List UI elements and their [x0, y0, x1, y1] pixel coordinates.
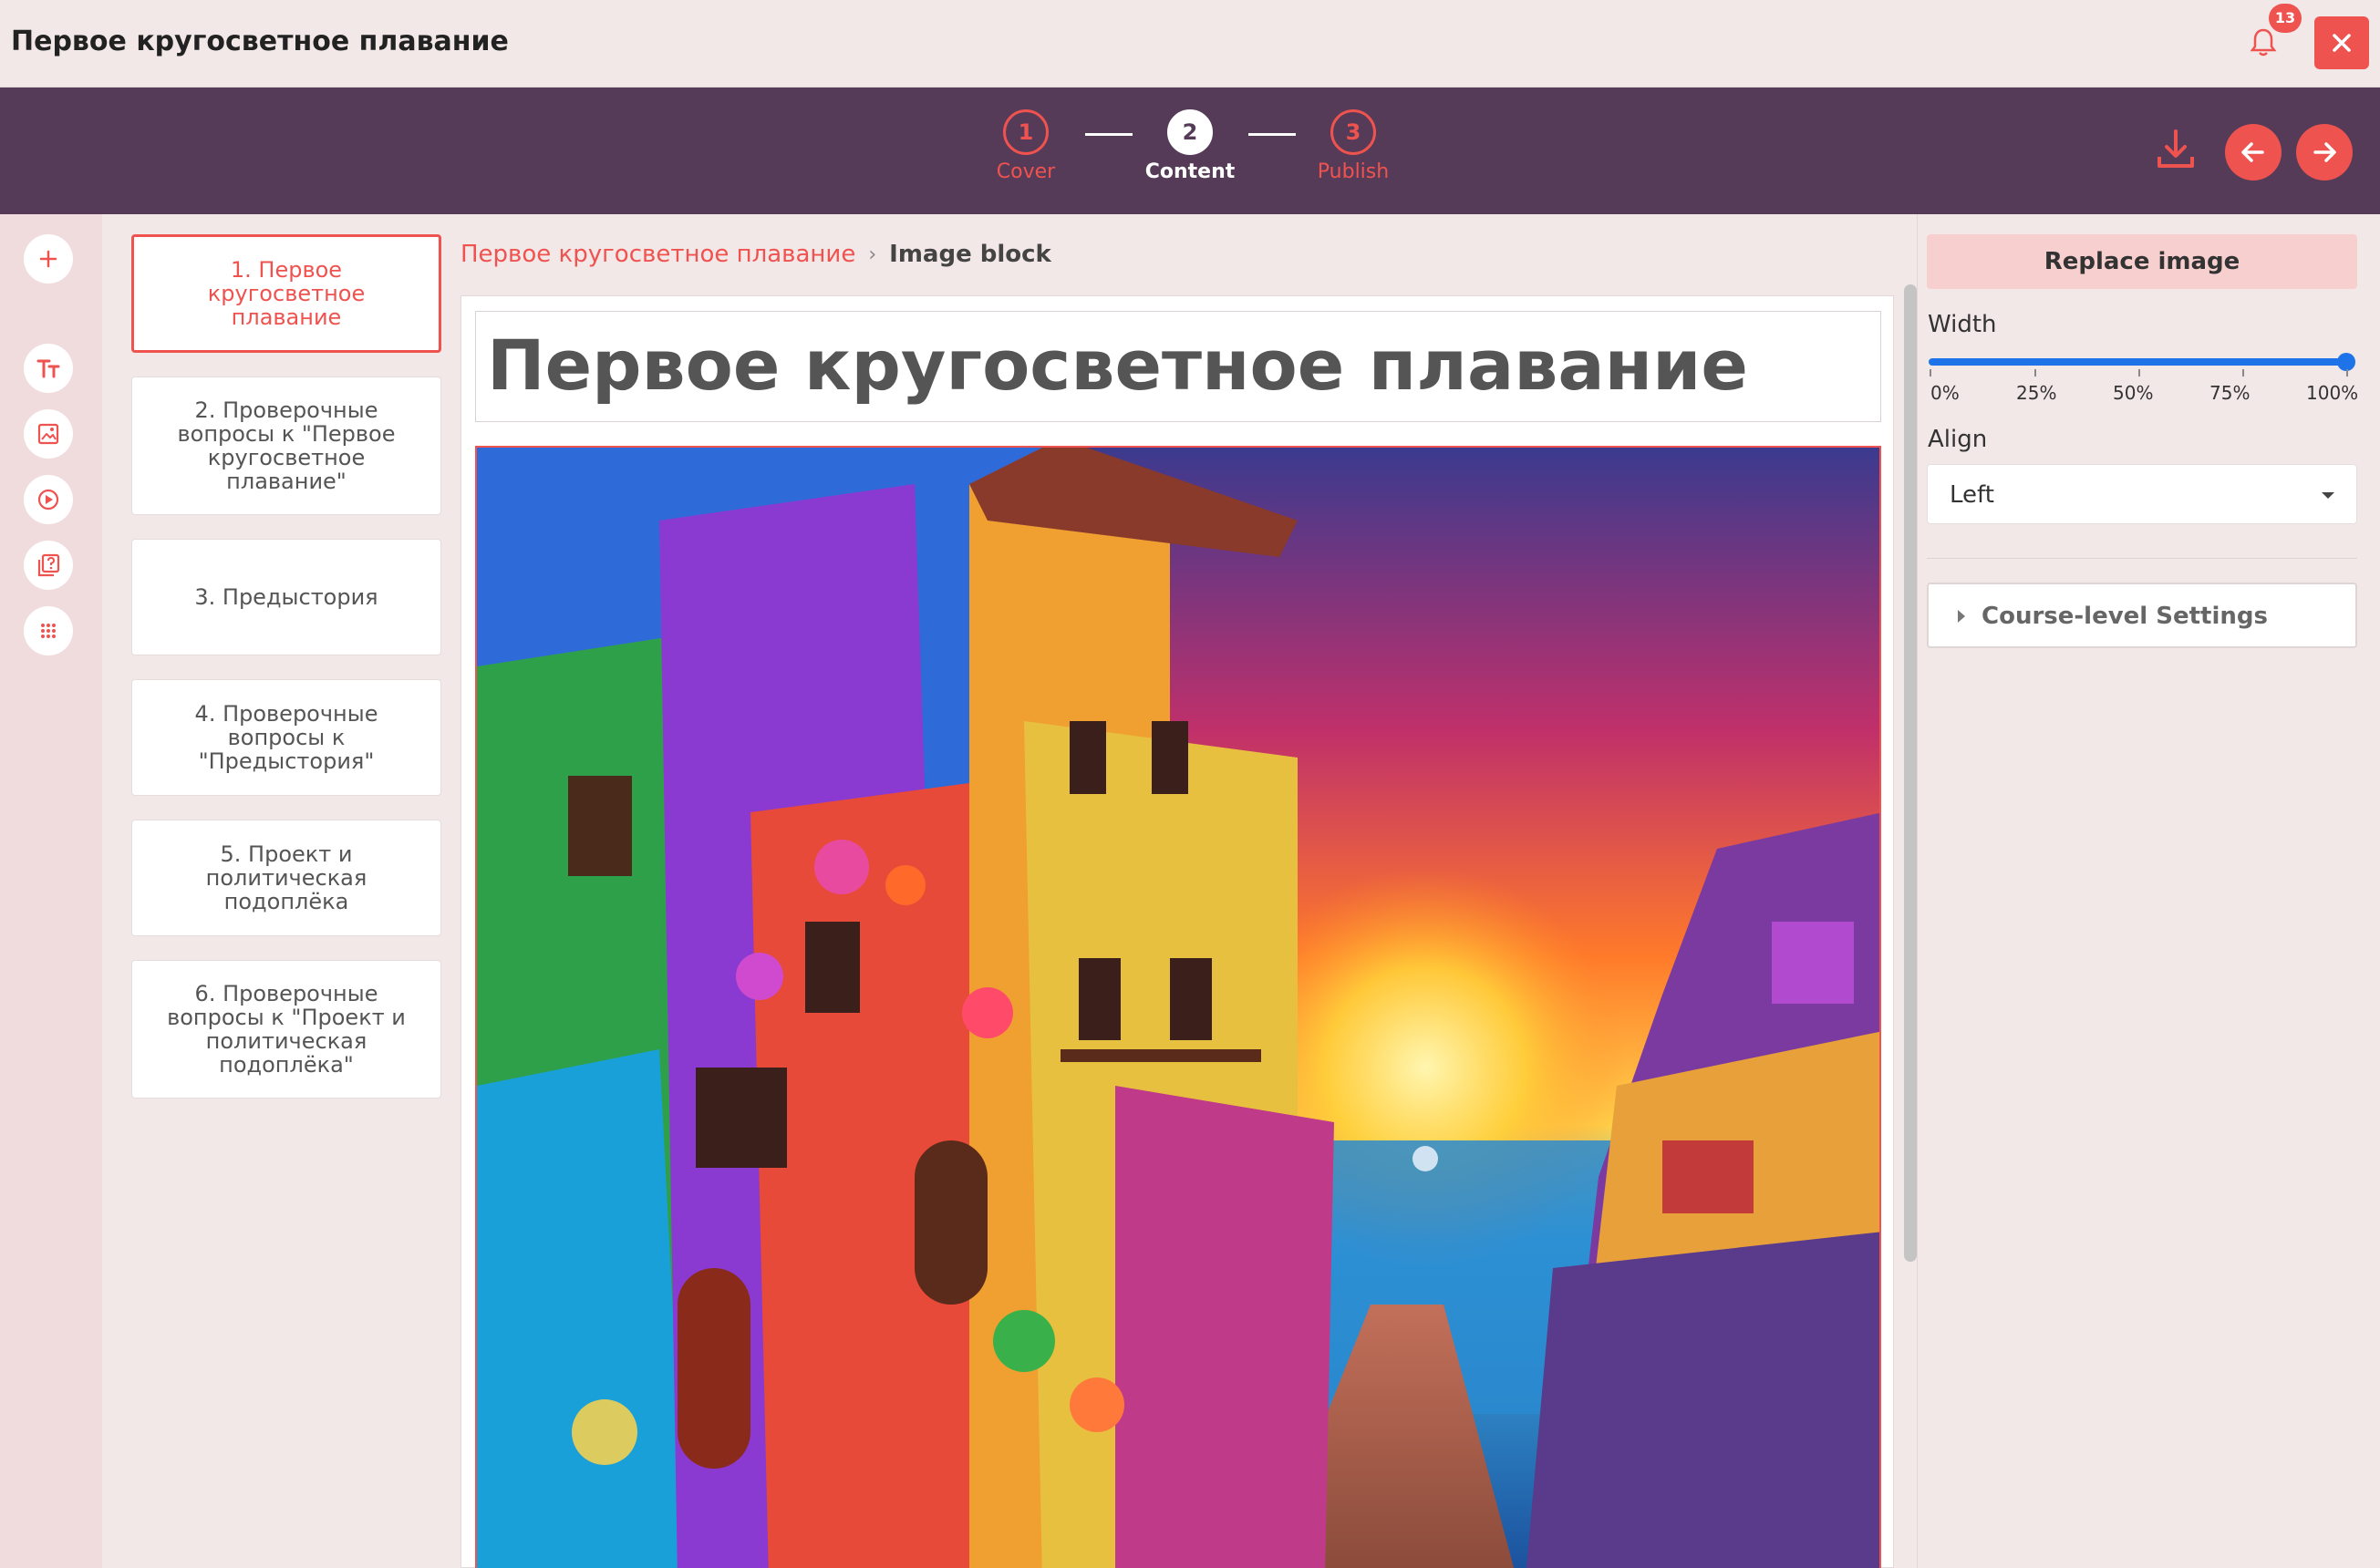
outline-item[interactable]: 4. Проверочные вопросы к "Предыстория" — [131, 679, 441, 796]
outline-item[interactable]: 3. Предыстория — [131, 539, 441, 655]
outline-item-label: 3. Предыстория — [194, 584, 378, 610]
more-blocks-button[interactable] — [24, 606, 73, 655]
grid-icon — [41, 624, 56, 638]
slider-mark: 50% — [2113, 382, 2154, 404]
notification-badge: 13 — [2269, 4, 2302, 33]
outline-item[interactable]: 5. Проект и политическая подоплёка — [131, 820, 441, 936]
course-settings-accordion[interactable]: Course-level Settings — [1927, 583, 2357, 648]
bell-icon[interactable] — [2249, 27, 2278, 58]
align-label: Align — [1928, 426, 1988, 453]
app-title: Первое кругосветное плавание — [11, 26, 509, 57]
slider-tick — [2034, 369, 2036, 377]
quiz-icon — [37, 553, 60, 577]
width-label: Width — [1928, 311, 1997, 338]
close-icon — [2333, 34, 2351, 52]
outline-item-label: 1. Первое кругосветное плавание — [207, 257, 366, 330]
breadcrumb-current: Image block — [889, 241, 1051, 268]
caret-down-icon — [2322, 492, 2334, 499]
width-slider[interactable] — [1929, 358, 2348, 366]
outline-item[interactable]: 6. Проверочные вопросы к "Проект и полит… — [131, 960, 441, 1099]
outline-item-label: 6. Проверочные вопросы к "Проект и полит… — [167, 981, 406, 1078]
step-label: Cover — [996, 160, 1056, 183]
step-content[interactable]: 2 Content — [1126, 109, 1254, 183]
add-block-button[interactable] — [24, 234, 73, 284]
breadcrumb: Первое кругосветное плавание › Image blo… — [460, 241, 1051, 268]
image-block[interactable] — [475, 446, 1881, 1568]
outline-item[interactable]: 2. Проверочные вопросы к "Первое кругосв… — [131, 377, 441, 515]
breadcrumb-separator: › — [868, 242, 877, 266]
tool-rail — [0, 214, 102, 1568]
step-number: 2 — [1167, 109, 1213, 155]
step-cover[interactable]: 1 Cover — [962, 109, 1090, 183]
properties-panel: Replace image Width 0% 25% 50% 75% 100% … — [1917, 214, 2380, 1568]
title-block[interactable]: Первое кругосветное плавание — [475, 311, 1881, 422]
step-number: 1 — [1003, 109, 1049, 155]
download-icon[interactable] — [2156, 128, 2196, 171]
width-slider-thumb[interactable] — [2337, 353, 2355, 371]
outline-panel: 1. Первое кругосветное плавание 2. Прове… — [102, 214, 454, 1568]
slider-mark: 75% — [2209, 382, 2251, 404]
lesson-title[interactable]: Первое кругосветное плавание — [487, 326, 1748, 405]
slider-tick — [2346, 369, 2348, 377]
divider — [1927, 558, 2357, 559]
editor-canvas: Первое кругосветное плавание — [460, 295, 1894, 1568]
arrow-left-icon — [2241, 142, 2264, 162]
add-icon — [39, 250, 57, 268]
slider-tick — [1930, 369, 1931, 377]
slider-mark: 25% — [2016, 382, 2057, 404]
text-tool-button[interactable] — [24, 344, 73, 393]
outline-item-label: 5. Проект и политическая подоплёка — [205, 841, 367, 914]
stepper-bar: 1 Cover 2 Content 3 Publish — [0, 88, 2380, 214]
image-icon — [37, 423, 59, 445]
slider-tick — [2242, 369, 2244, 377]
replace-image-button[interactable]: Replace image — [1927, 234, 2357, 289]
caret-right-icon — [1958, 610, 1965, 623]
step-label: Publish — [1317, 160, 1390, 183]
align-select[interactable]: Left — [1927, 464, 2357, 524]
course-settings-label: Course-level Settings — [1982, 603, 2268, 630]
arrow-right-icon — [2313, 142, 2336, 162]
outline-item-label: 4. Проверочные вопросы к "Предыстория" — [194, 701, 378, 774]
next-button[interactable] — [2296, 124, 2353, 181]
slider-tick — [2138, 369, 2140, 377]
text-icon — [36, 359, 60, 378]
video-tool-button[interactable] — [24, 475, 73, 524]
step-number: 3 — [1330, 109, 1376, 155]
outline-item[interactable]: 1. Первое кругосветное плавание — [131, 234, 441, 353]
step-publish[interactable]: 3 Publish — [1289, 109, 1417, 183]
align-select-value: Left — [1950, 481, 1994, 509]
quiz-tool-button[interactable] — [24, 541, 73, 590]
editor-scrollbar[interactable] — [1904, 284, 1917, 1262]
colorful-seaside-town-image — [477, 448, 1879, 1568]
step-label: Content — [1144, 160, 1236, 183]
slider-mark: 0% — [1930, 382, 1960, 404]
close-button[interactable] — [2314, 16, 2369, 69]
title-bar: Первое кругосветное плавание 13 — [0, 0, 2380, 88]
video-icon — [37, 489, 59, 511]
outline-item-label: 2. Проверочные вопросы к "Первое кругосв… — [177, 397, 396, 494]
previous-button[interactable] — [2225, 124, 2282, 181]
breadcrumb-parent-link[interactable]: Первое кругосветное плавание — [460, 241, 855, 268]
image-tool-button[interactable] — [24, 409, 73, 459]
slider-mark: 100% — [2306, 382, 2359, 404]
